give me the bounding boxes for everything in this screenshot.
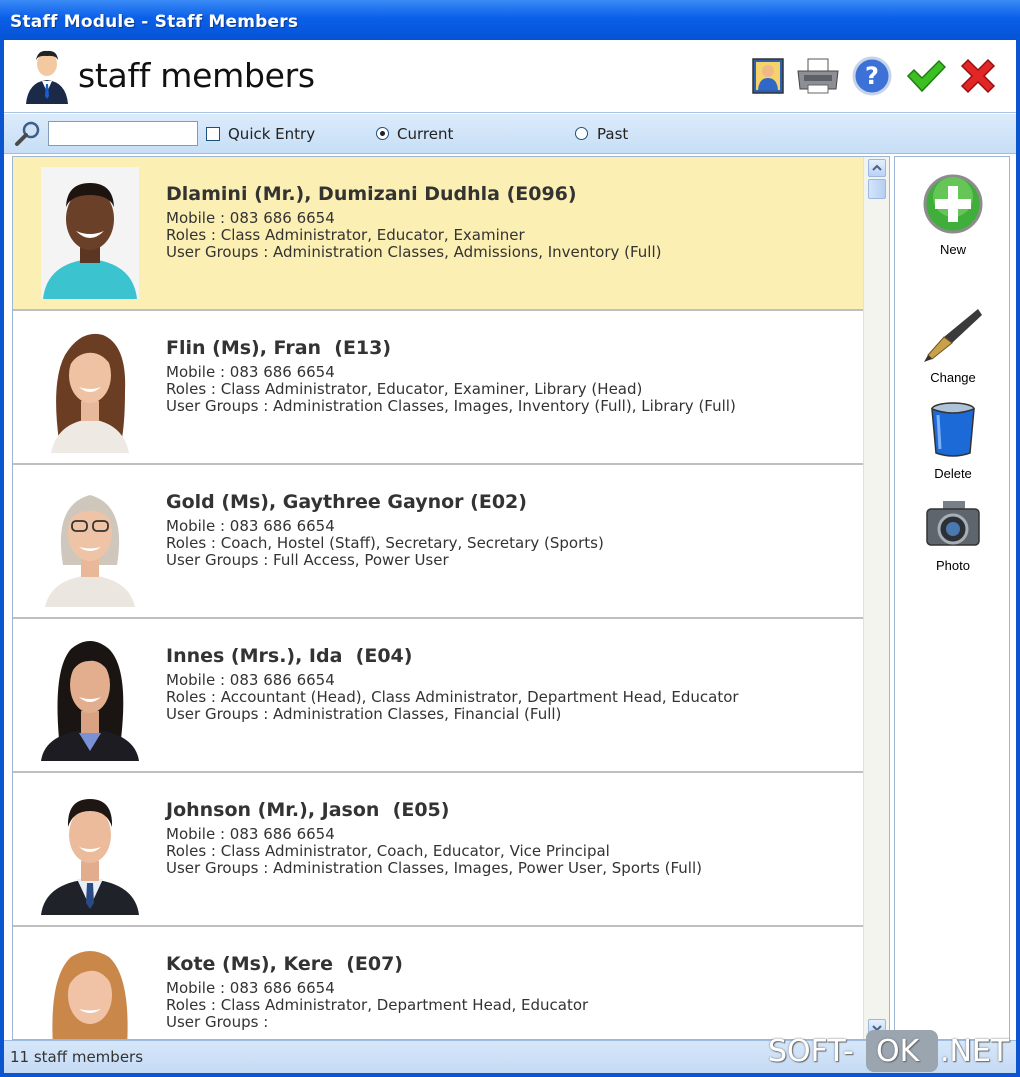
staff-name: Flin (Ms), Fran (E13) <box>166 337 392 359</box>
staff-roles: Roles : Class Administrator, Coach, Educ… <box>166 842 610 860</box>
search-icon <box>15 121 40 146</box>
staff-list[interactable]: Dlamini (Mr.), Dumizani Dudhla (E096) Mo… <box>13 157 863 1039</box>
staff-name: Innes (Mrs.), Ida (E04) <box>166 645 413 667</box>
staff-name: Kote (Ms), Kere (E07) <box>166 953 403 975</box>
watermark-text-ok: OK <box>876 1034 920 1069</box>
photo-button[interactable]: Photo <box>895 499 1011 573</box>
staff-user-groups: User Groups : Administration Classes, Ad… <box>166 243 662 261</box>
staff-module-window: Staff Module - Staff Members staff membe… <box>0 0 1020 1077</box>
new-label: New <box>939 242 966 257</box>
staff-row[interactable]: Johnson (Mr.), Jason (E05) Mobile : 083 … <box>13 773 863 927</box>
current-radio[interactable] <box>376 127 389 140</box>
delete-button[interactable]: Delete <box>895 401 1011 481</box>
change-button[interactable]: Change <box>895 305 1011 385</box>
staff-mobile: Mobile : 083 686 6654 <box>166 209 335 227</box>
view-photo-button[interactable] <box>746 54 790 98</box>
help-button[interactable]: ? <box>850 54 894 98</box>
staff-mobile: Mobile : 083 686 6654 <box>166 671 335 689</box>
photo-label: Photo <box>936 558 970 573</box>
help-icon: ? <box>852 56 892 96</box>
staff-row[interactable]: Kote (Ms), Kere (E07) Mobile : 083 686 6… <box>13 927 863 1039</box>
quick-entry-label[interactable]: Quick Entry <box>228 125 315 143</box>
cancel-x-icon <box>960 58 996 94</box>
staff-list-panel: Dlamini (Mr.), Dumizani Dudhla (E096) Mo… <box>12 156 890 1040</box>
staff-photo <box>41 167 139 299</box>
staff-mobile: Mobile : 083 686 6654 <box>166 363 335 381</box>
staff-row[interactable]: Dlamini (Mr.), Dumizani Dudhla (E096) Mo… <box>13 157 863 311</box>
staff-roles: Roles : Accountant (Head), Class Adminis… <box>166 688 739 706</box>
staff-name: Johnson (Mr.), Jason (E05) <box>166 799 450 821</box>
delete-label: Delete <box>934 466 972 481</box>
watermark-text-net: .NET <box>940 1034 1010 1069</box>
current-radio-label[interactable]: Current <box>397 125 453 143</box>
staff-roles: Roles : Class Administrator, Educator, E… <box>166 226 525 244</box>
ok-check-icon <box>906 59 946 93</box>
ok-button[interactable] <box>904 54 948 98</box>
trash-can-icon <box>931 402 975 457</box>
action-panel: New Change Delete Photo <box>894 156 1010 1040</box>
change-label: Change <box>930 370 976 385</box>
printer-icon <box>797 58 839 94</box>
scroll-up-button[interactable] <box>868 159 886 177</box>
svg-text:?: ? <box>865 62 879 90</box>
staff-roles: Roles : Coach, Hostel (Staff), Secretary… <box>166 534 604 552</box>
cancel-button[interactable] <box>956 54 1000 98</box>
watermark-text-soft: SOFT- <box>768 1034 854 1069</box>
staff-user-groups: User Groups : <box>166 1013 269 1031</box>
past-radio-label[interactable]: Past <box>597 125 628 143</box>
staff-roles: Roles : Class Administrator, Department … <box>166 996 589 1014</box>
print-button[interactable] <box>796 54 840 98</box>
staff-name: Gold (Ms), Gaythree Gaynor (E02) <box>166 491 527 513</box>
staff-user-groups: User Groups : Administration Classes, Im… <box>166 397 736 415</box>
quick-entry-checkbox[interactable] <box>206 127 220 141</box>
search-input[interactable] <box>48 121 198 146</box>
filter-bar: Quick Entry Current Past <box>4 114 1016 154</box>
staff-roles: Roles : Class Administrator, Educator, E… <box>166 380 643 398</box>
staff-row[interactable]: Gold (Ms), Gaythree Gaynor (E02) Mobile … <box>13 465 863 619</box>
window-client: staff members ? Quick Entry Current Past… <box>4 40 1016 1073</box>
chevron-up-icon <box>872 164 882 171</box>
window-title: Staff Module - Staff Members <box>10 12 299 32</box>
staff-person-icon <box>26 50 68 104</box>
watermark: SOFT- OK .NET <box>768 1030 1016 1074</box>
page-header: staff members ? <box>4 40 1016 113</box>
staff-mobile: Mobile : 083 686 6654 <box>166 517 335 535</box>
staff-user-groups: User Groups : Full Access, Power User <box>166 551 449 569</box>
staff-user-groups: User Groups : Administration Classes, Fi… <box>166 705 562 723</box>
camera-icon <box>926 501 980 546</box>
photo-view-icon <box>752 58 784 94</box>
list-scrollbar[interactable] <box>863 157 889 1039</box>
staff-row[interactable]: Flin (Ms), Fran (E13) Mobile : 083 686 6… <box>13 311 863 465</box>
staff-photo <box>41 321 139 453</box>
plus-icon <box>923 174 983 234</box>
staff-user-groups: User Groups : Administration Classes, Im… <box>166 859 702 877</box>
page-title: staff members <box>78 56 315 95</box>
title-bar[interactable]: Staff Module - Staff Members <box>0 0 1020 40</box>
past-radio[interactable] <box>575 127 588 140</box>
staff-row[interactable]: Innes (Mrs.), Ida (E04) Mobile : 083 686… <box>13 619 863 773</box>
staff-photo <box>41 629 139 761</box>
staff-photo <box>41 783 139 915</box>
scroll-thumb[interactable] <box>868 179 886 199</box>
staff-photo <box>41 937 139 1039</box>
staff-name: Dlamini (Mr.), Dumizani Dudhla (E096) <box>166 183 577 205</box>
pen-icon <box>924 309 982 362</box>
staff-mobile: Mobile : 083 686 6654 <box>166 825 335 843</box>
staff-mobile: Mobile : 083 686 6654 <box>166 979 335 997</box>
staff-count: 11 staff members <box>10 1048 144 1066</box>
staff-photo <box>41 475 139 607</box>
new-button[interactable]: New <box>895 173 1011 257</box>
